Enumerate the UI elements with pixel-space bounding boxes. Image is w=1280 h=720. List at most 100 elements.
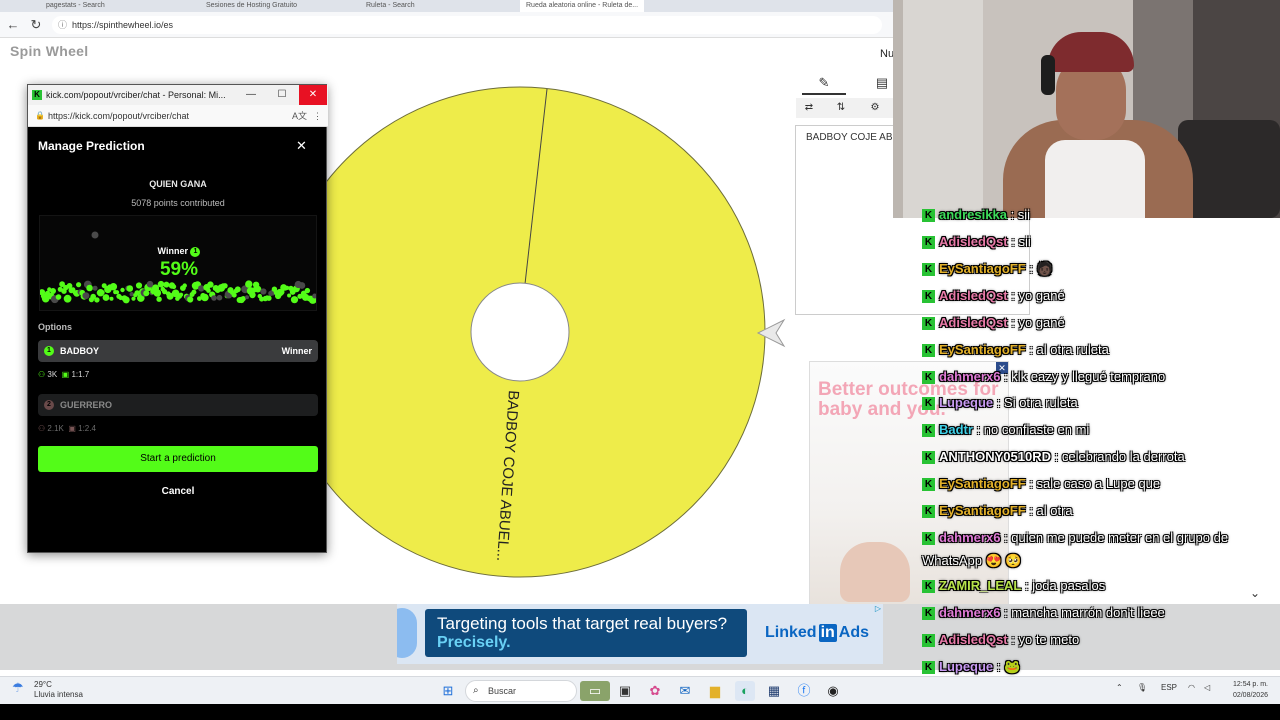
chat-message: K Lupeque : Si otra ruleta	[922, 394, 1078, 412]
chat-username[interactable]: dahmerx6	[939, 369, 1000, 384]
chat-username[interactable]: Lupeque	[939, 659, 993, 674]
chat-text: : no confiaste en mi	[976, 422, 1090, 437]
site-logo[interactable]: Spin Wheel	[10, 43, 88, 59]
chat-username[interactable]: AdisledQst	[939, 234, 1008, 249]
chat-username[interactable]: AdisledQst	[939, 315, 1008, 330]
popout-address-bar[interactable]: 🔒 https://kick.com/popout/vrciber/chat A…	[28, 105, 328, 127]
chat-message: K AdisledQst : sii	[922, 233, 1031, 251]
chat-message: Kdahmerx6 : mancha marrón don't lieee	[922, 604, 1165, 622]
option-number-badge: 2	[44, 400, 54, 410]
option-guerrero[interactable]: 2 GUERRERO	[38, 394, 318, 416]
site-info-icon[interactable]: ⓘ	[58, 16, 67, 34]
ad-line-1: Targeting tools that target real buyers?	[437, 614, 728, 633]
chat-username[interactable]: EySantiagoFF	[939, 476, 1026, 491]
chat-message: Kandresikka : sii	[922, 206, 1030, 224]
chat-username[interactable]: dahmerx6	[939, 605, 1000, 620]
maximize-icon[interactable]: ☐	[268, 85, 296, 105]
participant-dot	[260, 288, 267, 295]
start-prediction-button[interactable]: Start a prediction	[38, 446, 318, 472]
windows-start-icon[interactable]: ⊞	[438, 681, 458, 701]
store-icon[interactable]: ▦	[764, 681, 784, 701]
participant-dot	[122, 296, 130, 304]
adchoices-icon[interactable]: ▷	[875, 604, 881, 613]
facebook-icon[interactable]: ⓕ	[794, 681, 814, 701]
participant-dot	[100, 290, 105, 295]
kick-badge-icon: K	[922, 580, 935, 594]
option-badboy[interactable]: 1 BADBOY Winner	[38, 340, 318, 362]
chat-username[interactable]: ZAMIR_LEAL	[939, 578, 1021, 593]
chevron-up-icon[interactable]: ⌃	[1116, 683, 1123, 692]
chat-username[interactable]: Badtr	[939, 422, 973, 437]
ad-banner-bottom[interactable]: Targeting tools that target real buyers?…	[397, 604, 883, 664]
search-icon: ⌕	[473, 685, 479, 696]
close-icon[interactable]: ✕	[296, 138, 307, 154]
chat-message: K EySantiagoFF : 🧑🏿	[922, 260, 1053, 278]
browser-tab[interactable]: pagestats - Search	[40, 0, 111, 12]
chat-username[interactable]: AdisledQst	[939, 632, 1008, 647]
spin-wheel[interactable]: BADBOY COJE ABUEL...	[310, 80, 780, 580]
copilot-icon[interactable]: ✿	[645, 681, 665, 701]
chat-username[interactable]: dahmerx6	[939, 530, 1000, 545]
cancel-button[interactable]: Cancel	[38, 482, 318, 502]
edge-browser-icon[interactable]: ◐	[735, 681, 755, 701]
url-field[interactable]: ⓘ https://spinthewheel.io/es	[52, 16, 882, 34]
browser-tab[interactable]: Sesiones de Hosting Gratuito	[200, 0, 303, 12]
winner-percentage: 59%	[159, 259, 199, 280]
translate-icon[interactable]: A文	[292, 105, 307, 127]
kick-badge-icon: K	[922, 424, 935, 438]
participant-dot	[290, 296, 299, 304]
widget-image-icon[interactable]: ▭	[580, 681, 610, 701]
chevron-down-icon[interactable]: ⌄	[1250, 586, 1260, 600]
menu-icon[interactable]: ⋮	[313, 105, 322, 127]
kick-badge-icon: K	[922, 236, 935, 250]
users-icon: ⚇	[38, 424, 46, 433]
wifi-icon[interactable]: ◠	[1188, 683, 1195, 692]
participant-dot	[182, 283, 187, 288]
header-menu-text[interactable]: Nu	[880, 48, 894, 60]
taskbar-search[interactable]: ⌕ Buscar	[465, 680, 577, 702]
chat-message: K EySantiagoFF : sale caso a Lupe que	[922, 475, 1160, 493]
task-view-icon[interactable]: ▣	[615, 681, 635, 701]
chat-text: : sii	[1011, 234, 1031, 249]
participant-dot	[312, 293, 316, 299]
baby-image	[840, 542, 910, 602]
pencil-icon[interactable]: ✎	[802, 71, 846, 95]
kick-badge-icon: K	[922, 532, 935, 546]
gear-icon[interactable]: ⚙	[866, 100, 884, 116]
chat-username[interactable]: ANTHONY0510RD	[939, 449, 1051, 464]
chat-username[interactable]: EySantiagoFF	[939, 503, 1026, 518]
participant-dot	[179, 292, 184, 297]
obs-icon[interactable]: ◉	[823, 681, 843, 701]
browser-tab[interactable]: Ruleta - Search	[360, 0, 421, 12]
minimize-icon[interactable]: —	[237, 85, 265, 105]
kick-badge-icon: K	[922, 371, 935, 385]
chat-text: : 🧑🏿	[1029, 261, 1053, 276]
close-window-icon[interactable]: ✕	[299, 85, 327, 105]
participant-dot	[207, 281, 214, 288]
gaming-chair-image	[1178, 120, 1280, 218]
chat-username[interactable]: Lupeque	[939, 395, 993, 410]
shuffle-icon[interactable]: ⇄	[800, 100, 818, 116]
file-explorer-icon[interactable]: ▆	[705, 681, 725, 701]
wheel-center-button[interactable]	[470, 282, 570, 382]
language-indicator[interactable]: ESP	[1161, 683, 1177, 692]
chat-username[interactable]: EySantiagoFF	[939, 261, 1026, 276]
participant-dot	[135, 282, 143, 289]
system-clock[interactable]: 12:54 p. m. 02/08/2026	[1222, 679, 1268, 701]
taskbar: ☂ 29°C Lluvia intensa ⊞ ⌕ Buscar ▭ ▣ ✿ ✉ …	[0, 676, 1280, 704]
participant-dot	[120, 287, 125, 293]
back-arrow-icon[interactable]: ←	[5, 17, 21, 33]
outlook-icon[interactable]: ✉	[675, 681, 695, 701]
chat-username[interactable]: EySantiagoFF	[939, 342, 1026, 357]
participant-dot	[304, 287, 311, 294]
chat-username[interactable]: andresikka	[939, 207, 1007, 222]
chat-message: Kdahmerx6 : quien me puede meter en el g…	[922, 529, 1228, 547]
sort-icon[interactable]: ⇅	[832, 100, 850, 116]
participant-dot	[157, 280, 165, 288]
chat-username[interactable]: AdisledQst	[939, 288, 1008, 303]
participant-dot	[216, 294, 223, 301]
microphone-icon[interactable]: 🎙	[1137, 683, 1147, 692]
reload-icon[interactable]: ↻	[28, 17, 44, 33]
browser-tab-active[interactable]: Rueda aleatoria online - Ruleta de...	[520, 0, 645, 12]
volume-icon[interactable]: ◁	[1204, 683, 1210, 692]
